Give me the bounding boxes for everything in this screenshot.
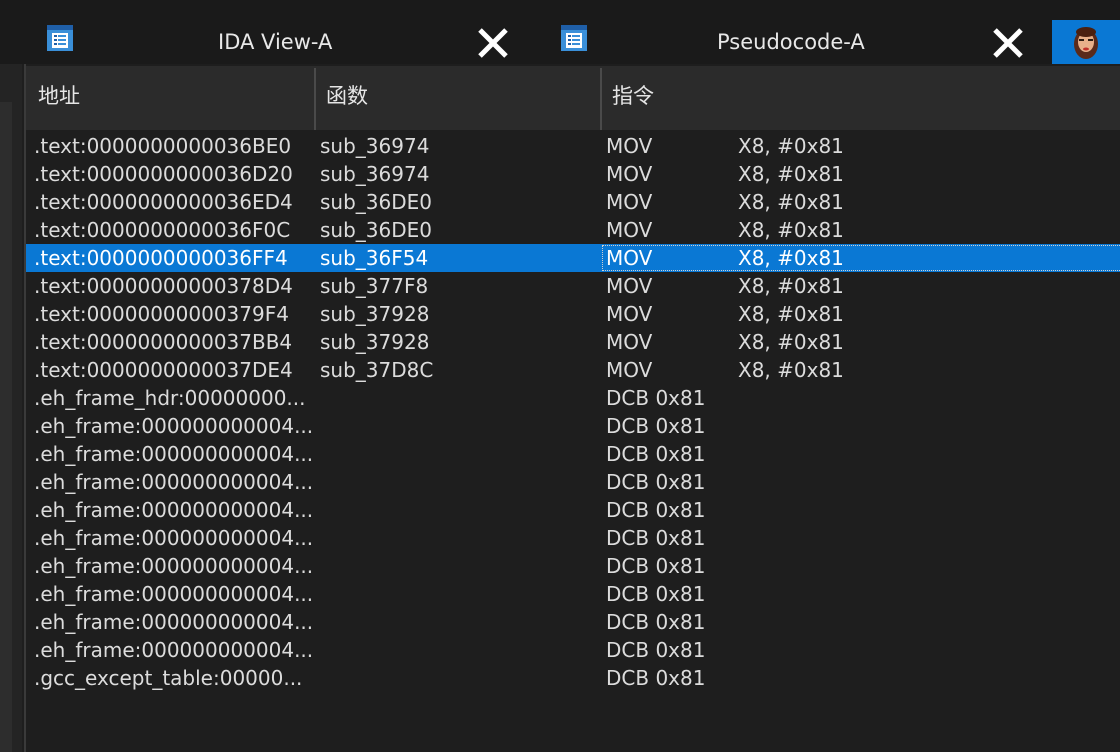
instruction-cell: MOV xyxy=(606,134,653,158)
instruction-cell: DCB 0x81 xyxy=(606,414,706,438)
tab-ida-view-a[interactable]: IDA View-A xyxy=(0,0,540,64)
operands-cell: X8, #0x81 xyxy=(738,134,844,158)
address-cell: .eh_frame:000000000004... xyxy=(34,498,314,522)
table-row[interactable]: .eh_frame:000000000004... DCB 0x81 xyxy=(26,412,1120,440)
address-cell: .eh_frame:000000000004... xyxy=(34,470,314,494)
focus-outline xyxy=(602,245,1120,271)
column-header-function[interactable]: 函数 xyxy=(314,66,598,130)
operands-cell: X8, #0x81 xyxy=(738,358,844,382)
address-cell: .text:00000000000378D4 xyxy=(34,274,293,298)
table-row[interactable]: .text:0000000000036ED4 sub_36DE0 MOV X8, #0… xyxy=(26,188,1120,216)
table-row[interactable]: .text:00000000000378D4 sub_377F8 MOV X8, #0… xyxy=(26,272,1120,300)
address-cell: .eh_frame:000000000004... xyxy=(34,610,314,634)
address-cell: .eh_frame:000000000004... xyxy=(34,442,314,466)
operands-cell: X8, #0x81 xyxy=(738,302,844,326)
function-cell: sub_36F54 xyxy=(320,246,429,270)
address-cell: .eh_frame:000000000004... xyxy=(34,582,314,606)
table-row[interactable]: .gcc_except_table:00000... DCB 0x81 xyxy=(26,664,1120,692)
table-body: .text:0000000000036BE0 sub_36974 MOV X8, #0… xyxy=(26,132,1120,692)
table-header: 地址 函数 指令 xyxy=(26,66,1120,130)
table-row[interactable]: .text:0000000000036F0C sub_36DE0 MOV X8, #0… xyxy=(26,216,1120,244)
address-cell: .text:0000000000036FF4 xyxy=(34,246,288,270)
tab-pseudocode-a[interactable]: Pseudocode-A xyxy=(545,0,1045,64)
instruction-cell: DCB 0x81 xyxy=(606,666,706,690)
column-header-instruction[interactable]: 指令 xyxy=(600,66,1120,130)
address-cell: .text:0000000000036BE0 xyxy=(34,134,292,158)
address-cell: .eh_frame_hdr:00000000... xyxy=(34,386,306,410)
table-row[interactable]: .eh_frame:000000000004... DCB 0x81 xyxy=(26,496,1120,524)
function-cell: sub_37D8C xyxy=(320,358,434,382)
table-row[interactable]: .eh_frame:000000000004... DCB 0x81 xyxy=(26,580,1120,608)
address-cell: .text:0000000000036D20 xyxy=(34,162,293,186)
table-row[interactable]: .eh_frame:000000000004... DCB 0x81 xyxy=(26,636,1120,664)
instruction-cell: MOV xyxy=(606,162,653,186)
table-row[interactable]: .eh_frame:000000000004... DCB 0x81 xyxy=(26,440,1120,468)
instruction-cell: MOV xyxy=(606,190,653,214)
table-row[interactable]: .eh_frame_hdr:00000000... DCB 0x81 xyxy=(26,384,1120,412)
operands-cell: X8, #0x81 xyxy=(738,330,844,354)
column-label: 指令 xyxy=(612,84,654,108)
address-cell: .text:0000000000036F0C xyxy=(34,218,291,242)
instruction-cell: DCB 0x81 xyxy=(606,526,706,550)
operands-cell: X8, #0x81 xyxy=(738,190,844,214)
table-row[interactable]: .eh_frame:000000000004... DCB 0x81 xyxy=(26,552,1120,580)
address-cell: .eh_frame:000000000004... xyxy=(34,526,314,550)
column-label: 地址 xyxy=(38,84,80,108)
instruction-cell: DCB 0x81 xyxy=(606,582,706,606)
side-scrollbar[interactable] xyxy=(0,102,12,752)
listing-icon xyxy=(561,25,587,51)
xref-list-panel: 地址 函数 指令 .text:0000000000036BE0 sub_36974… xyxy=(24,64,1120,752)
listing-icon xyxy=(47,25,73,51)
address-cell: .text:0000000000036ED4 xyxy=(34,190,293,214)
instruction-cell: MOV xyxy=(606,358,653,382)
tab-title: Pseudocode-A xyxy=(717,30,865,54)
function-cell: sub_37928 xyxy=(320,330,430,354)
table-row[interactable]: .text:0000000000037DE4 sub_37D8C MOV X8, #0… xyxy=(26,356,1120,384)
address-cell: .eh_frame:000000000004... xyxy=(34,554,314,578)
close-icon[interactable] xyxy=(991,26,1025,60)
table-row[interactable]: .text:0000000000036D20 sub_36974 MOV X8, #0… xyxy=(26,160,1120,188)
address-cell: .eh_frame:000000000004... xyxy=(34,638,314,662)
instruction-cell: DCB 0x81 xyxy=(606,442,706,466)
instruction-cell: MOV xyxy=(606,302,653,326)
instruction-cell: DCB 0x81 xyxy=(606,610,706,634)
address-cell: .text:0000000000037BB4 xyxy=(34,330,293,354)
tab-title: IDA View-A xyxy=(218,30,333,54)
table-row[interactable]: .text:00000000000379F4 sub_37928 MOV X8, #0… xyxy=(26,300,1120,328)
instruction-cell: MOV xyxy=(606,218,653,242)
close-icon[interactable] xyxy=(476,26,510,60)
column-label: 函数 xyxy=(326,84,368,108)
table-row[interactable]: .eh_frame:000000000004... DCB 0x81 xyxy=(26,608,1120,636)
avatar-icon xyxy=(1074,27,1098,59)
function-cell: sub_36974 xyxy=(320,162,430,186)
address-cell: .gcc_except_table:00000... xyxy=(34,666,303,690)
instruction-cell: DCB 0x81 xyxy=(606,498,706,522)
address-cell: .text:0000000000037DE4 xyxy=(34,358,293,382)
avatar-button[interactable] xyxy=(1052,20,1120,64)
function-cell: sub_36DE0 xyxy=(320,218,433,242)
address-cell: .text:00000000000379F4 xyxy=(34,302,289,326)
function-cell: sub_377F8 xyxy=(320,274,429,298)
operands-cell: X8, #0x81 xyxy=(738,218,844,242)
tab-bar: IDA View-A Pseudocode-A xyxy=(0,0,1120,64)
function-cell: sub_36DE0 xyxy=(320,190,433,214)
table-row[interactable]: .eh_frame:000000000004... DCB 0x81 xyxy=(26,524,1120,552)
instruction-cell: DCB 0x81 xyxy=(606,470,706,494)
instruction-cell: MOV xyxy=(606,330,653,354)
table-row[interactable]: .eh_frame:000000000004... DCB 0x81 xyxy=(26,468,1120,496)
instruction-cell: DCB 0x81 xyxy=(606,554,706,578)
left-gutter xyxy=(0,64,22,752)
instruction-cell: DCB 0x81 xyxy=(606,386,706,410)
operands-cell: X8, #0x81 xyxy=(738,274,844,298)
address-cell: .eh_frame:000000000004... xyxy=(34,414,314,438)
instruction-cell: MOV xyxy=(606,274,653,298)
function-cell: sub_36974 xyxy=(320,134,430,158)
column-header-address[interactable]: 地址 xyxy=(26,66,312,130)
instruction-cell: DCB 0x81 xyxy=(606,638,706,662)
table-row[interactable]: .text:0000000000036FF4 sub_36F54 MOV X8, #0… xyxy=(26,244,1120,272)
function-cell: sub_37928 xyxy=(320,302,430,326)
table-row[interactable]: .text:0000000000036BE0 sub_36974 MOV X8, #0… xyxy=(26,132,1120,160)
table-row[interactable]: .text:0000000000037BB4 sub_37928 MOV X8, #0… xyxy=(26,328,1120,356)
operands-cell: X8, #0x81 xyxy=(738,162,844,186)
